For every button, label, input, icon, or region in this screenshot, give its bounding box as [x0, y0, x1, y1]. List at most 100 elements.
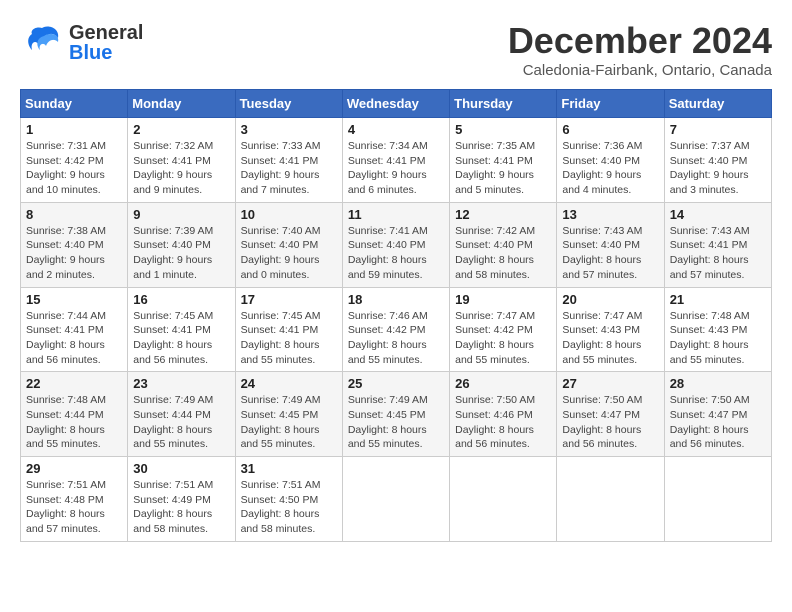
day-info: Sunrise: 7:36 AM Sunset: 4:40 PM Dayligh…	[562, 139, 658, 198]
day-number: 15	[26, 292, 122, 307]
calendar-cell: 2 Sunrise: 7:32 AM Sunset: 4:41 PM Daylig…	[128, 118, 235, 203]
day-info: Sunrise: 7:41 AM Sunset: 4:40 PM Dayligh…	[348, 224, 444, 283]
day-info: Sunrise: 7:32 AM Sunset: 4:41 PM Dayligh…	[133, 139, 229, 198]
day-number: 6	[562, 122, 658, 137]
day-number: 21	[670, 292, 766, 307]
calendar-cell: 1 Sunrise: 7:31 AM Sunset: 4:42 PM Daylig…	[21, 118, 128, 203]
day-info: Sunrise: 7:38 AM Sunset: 4:40 PM Dayligh…	[26, 224, 122, 283]
calendar-cell: 14Sunrise: 7:43 AM Sunset: 4:41 PM Dayli…	[664, 202, 771, 287]
calendar-cell: 30 Sunrise: 7:51 AM Sunset: 4:49 PM Dayli…	[128, 457, 235, 542]
logo: General Blue	[20, 20, 143, 65]
day-info: Sunrise: 7:49 AM Sunset: 4:44 PM Dayligh…	[133, 393, 229, 452]
weekday-header-row: SundayMondayTuesdayWednesdayThursdayFrid…	[21, 90, 772, 118]
weekday-header-thursday: Thursday	[450, 90, 557, 118]
calendar-cell: 19 Sunrise: 7:47 AM Sunset: 4:42 PM Dayli…	[450, 287, 557, 372]
calendar-cell: 23 Sunrise: 7:49 AM Sunset: 4:44 PM Dayli…	[128, 372, 235, 457]
day-info: Sunrise: 7:35 AM Sunset: 4:41 PM Dayligh…	[455, 139, 551, 198]
day-info: Sunrise: 7:51 AM Sunset: 4:50 PM Dayligh…	[241, 478, 337, 537]
calendar-week-5: 29 Sunrise: 7:51 AM Sunset: 4:48 PM Dayli…	[21, 457, 772, 542]
calendar-cell	[342, 457, 449, 542]
day-info: Sunrise: 7:49 AM Sunset: 4:45 PM Dayligh…	[241, 393, 337, 452]
day-info: Sunrise: 7:51 AM Sunset: 4:48 PM Dayligh…	[26, 478, 122, 537]
day-info: Sunrise: 7:50 AM Sunset: 4:46 PM Dayligh…	[455, 393, 551, 452]
calendar-cell: 22 Sunrise: 7:48 AM Sunset: 4:44 PM Dayli…	[21, 372, 128, 457]
day-info: Sunrise: 7:39 AM Sunset: 4:40 PM Dayligh…	[133, 224, 229, 283]
calendar-week-3: 15 Sunrise: 7:44 AM Sunset: 4:41 PM Dayli…	[21, 287, 772, 372]
calendar-cell: 9Sunrise: 7:39 AM Sunset: 4:40 PM Daylig…	[128, 202, 235, 287]
day-number: 8	[26, 207, 122, 222]
day-number: 18	[348, 292, 444, 307]
day-number: 7	[670, 122, 766, 137]
day-number: 10	[241, 207, 337, 222]
calendar-cell: 26 Sunrise: 7:50 AM Sunset: 4:46 PM Dayli…	[450, 372, 557, 457]
day-number: 17	[241, 292, 337, 307]
day-number: 28	[670, 376, 766, 391]
day-info: Sunrise: 7:43 AM Sunset: 4:40 PM Dayligh…	[562, 224, 658, 283]
day-info: Sunrise: 7:44 AM Sunset: 4:41 PM Dayligh…	[26, 309, 122, 368]
day-number: 12	[455, 207, 551, 222]
calendar-cell: 7 Sunrise: 7:37 AM Sunset: 4:40 PM Daylig…	[664, 118, 771, 203]
day-number: 16	[133, 292, 229, 307]
calendar-cell: 10Sunrise: 7:40 AM Sunset: 4:40 PM Dayli…	[235, 202, 342, 287]
day-number: 11	[348, 207, 444, 222]
calendar-cell: 5 Sunrise: 7:35 AM Sunset: 4:41 PM Daylig…	[450, 118, 557, 203]
day-number: 14	[670, 207, 766, 222]
day-info: Sunrise: 7:48 AM Sunset: 4:43 PM Dayligh…	[670, 309, 766, 368]
calendar-cell: 24Sunrise: 7:49 AM Sunset: 4:45 PM Dayli…	[235, 372, 342, 457]
weekday-header-wednesday: Wednesday	[342, 90, 449, 118]
calendar-cell: 25Sunrise: 7:49 AM Sunset: 4:45 PM Dayli…	[342, 372, 449, 457]
logo-blue-text: Blue	[69, 43, 143, 63]
logo-general-text: General	[69, 23, 143, 43]
location-title: Caledonia-Fairbank, Ontario, Canada	[508, 62, 772, 79]
month-title: December 2024	[508, 20, 772, 62]
day-number: 27	[562, 376, 658, 391]
day-number: 23	[133, 376, 229, 391]
day-number: 29	[26, 461, 122, 476]
calendar-cell: 17 Sunrise: 7:45 AM Sunset: 4:41 PM Dayli…	[235, 287, 342, 372]
day-number: 22	[26, 376, 122, 391]
weekday-header-tuesday: Tuesday	[235, 90, 342, 118]
weekday-header-sunday: Sunday	[21, 90, 128, 118]
calendar-table: SundayMondayTuesdayWednesdayThursdayFrid…	[20, 89, 772, 542]
day-info: Sunrise: 7:51 AM Sunset: 4:49 PM Dayligh…	[133, 478, 229, 537]
calendar-week-4: 22 Sunrise: 7:48 AM Sunset: 4:44 PM Dayli…	[21, 372, 772, 457]
calendar-cell: 16 Sunrise: 7:45 AM Sunset: 4:41 PM Dayli…	[128, 287, 235, 372]
day-info: Sunrise: 7:47 AM Sunset: 4:43 PM Dayligh…	[562, 309, 658, 368]
weekday-header-saturday: Saturday	[664, 90, 771, 118]
day-number: 20	[562, 292, 658, 307]
calendar-cell	[557, 457, 664, 542]
calendar-cell: 6 Sunrise: 7:36 AM Sunset: 4:40 PM Daylig…	[557, 118, 664, 203]
page-header: General Blue December 2024 Caledonia-Fai…	[20, 20, 772, 79]
day-info: Sunrise: 7:31 AM Sunset: 4:42 PM Dayligh…	[26, 139, 122, 198]
calendar-cell: 11 Sunrise: 7:41 AM Sunset: 4:40 PM Dayli…	[342, 202, 449, 287]
calendar-week-1: 1 Sunrise: 7:31 AM Sunset: 4:42 PM Daylig…	[21, 118, 772, 203]
day-info: Sunrise: 7:34 AM Sunset: 4:41 PM Dayligh…	[348, 139, 444, 198]
day-number: 31	[241, 461, 337, 476]
calendar-cell: 29 Sunrise: 7:51 AM Sunset: 4:48 PM Dayli…	[21, 457, 128, 542]
day-number: 2	[133, 122, 229, 137]
calendar-cell: 18 Sunrise: 7:46 AM Sunset: 4:42 PM Dayli…	[342, 287, 449, 372]
day-info: Sunrise: 7:47 AM Sunset: 4:42 PM Dayligh…	[455, 309, 551, 368]
calendar-cell	[664, 457, 771, 542]
day-info: Sunrise: 7:48 AM Sunset: 4:44 PM Dayligh…	[26, 393, 122, 452]
logo-icon	[20, 20, 65, 65]
day-number: 26	[455, 376, 551, 391]
day-number: 30	[133, 461, 229, 476]
weekday-header-friday: Friday	[557, 90, 664, 118]
day-info: Sunrise: 7:37 AM Sunset: 4:40 PM Dayligh…	[670, 139, 766, 198]
calendar-week-2: 8 Sunrise: 7:38 AM Sunset: 4:40 PM Daylig…	[21, 202, 772, 287]
day-info: Sunrise: 7:50 AM Sunset: 4:47 PM Dayligh…	[562, 393, 658, 452]
day-info: Sunrise: 7:45 AM Sunset: 4:41 PM Dayligh…	[241, 309, 337, 368]
day-number: 1	[26, 122, 122, 137]
day-number: 13	[562, 207, 658, 222]
calendar-cell: 31 Sunrise: 7:51 AM Sunset: 4:50 PM Dayli…	[235, 457, 342, 542]
calendar-cell: 20 Sunrise: 7:47 AM Sunset: 4:43 PM Dayli…	[557, 287, 664, 372]
day-info: Sunrise: 7:42 AM Sunset: 4:40 PM Dayligh…	[455, 224, 551, 283]
day-number: 5	[455, 122, 551, 137]
day-number: 3	[241, 122, 337, 137]
day-number: 19	[455, 292, 551, 307]
day-info: Sunrise: 7:45 AM Sunset: 4:41 PM Dayligh…	[133, 309, 229, 368]
day-number: 4	[348, 122, 444, 137]
day-info: Sunrise: 7:46 AM Sunset: 4:42 PM Dayligh…	[348, 309, 444, 368]
calendar-cell: 8 Sunrise: 7:38 AM Sunset: 4:40 PM Daylig…	[21, 202, 128, 287]
